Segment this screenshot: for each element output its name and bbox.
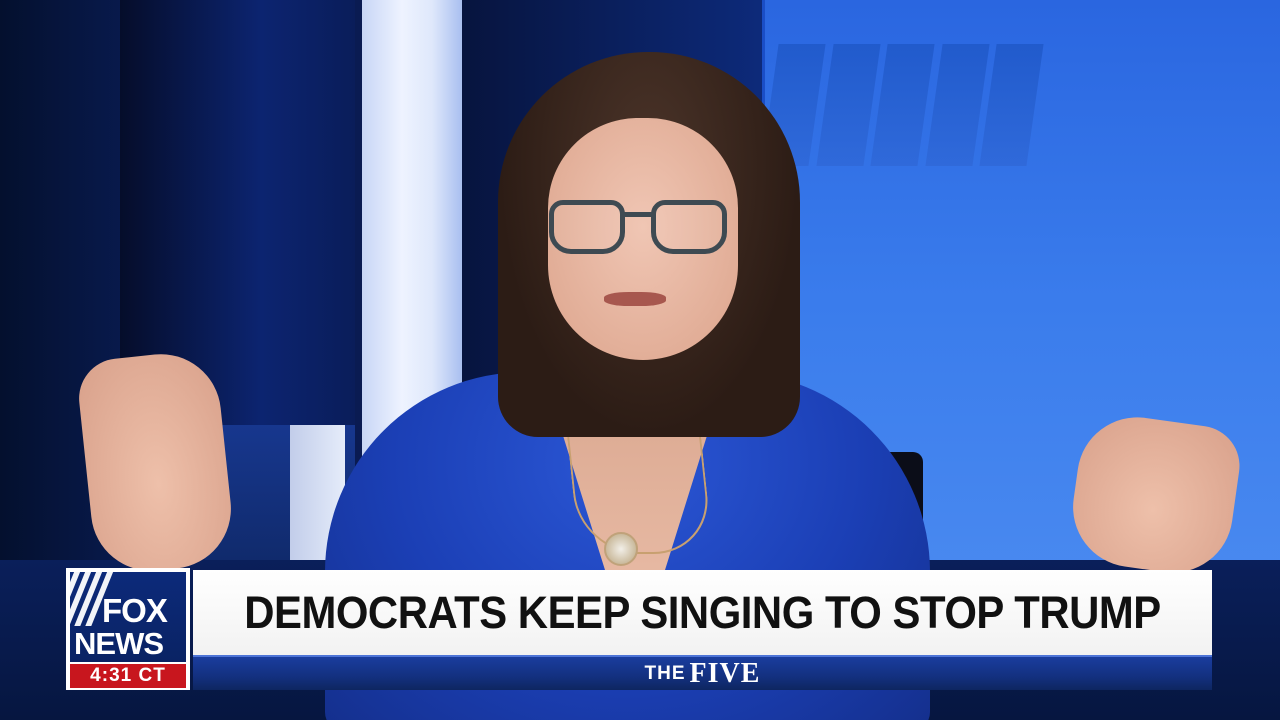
headline-text: DEMOCRATS KEEP SINGING TO STOP TRUMP (244, 586, 1161, 638)
left-lens (549, 200, 625, 254)
show-title: THE FIVE (193, 657, 1212, 690)
fox-news-logo: FOX NEWS 4:31 CT (66, 568, 190, 690)
eyeglasses-icon (549, 200, 727, 256)
show-title-name: FIVE (689, 657, 761, 689)
wall-slat (816, 44, 880, 166)
necklace-pendant (604, 532, 638, 566)
mouth (604, 292, 666, 306)
left-hand (75, 348, 237, 577)
show-name-bar: THE FIVE (193, 655, 1212, 690)
show-title-prefix: THE (644, 662, 686, 684)
logo-text-fox: FOX (102, 592, 168, 629)
clock-time: 4:31 CT (70, 664, 186, 688)
headline-banner: DEMOCRATS KEEP SINGING TO STOP TRUMP (193, 570, 1212, 655)
wall-slat (870, 44, 935, 166)
wall-slat (925, 44, 989, 166)
glasses-bridge (623, 212, 653, 217)
studio-wall-slats (761, 44, 1044, 166)
right-lens (651, 200, 727, 254)
logo-blue-field: FOX NEWS (70, 572, 186, 662)
logo-text-news: NEWS (74, 626, 164, 661)
wall-slat (979, 44, 1044, 166)
